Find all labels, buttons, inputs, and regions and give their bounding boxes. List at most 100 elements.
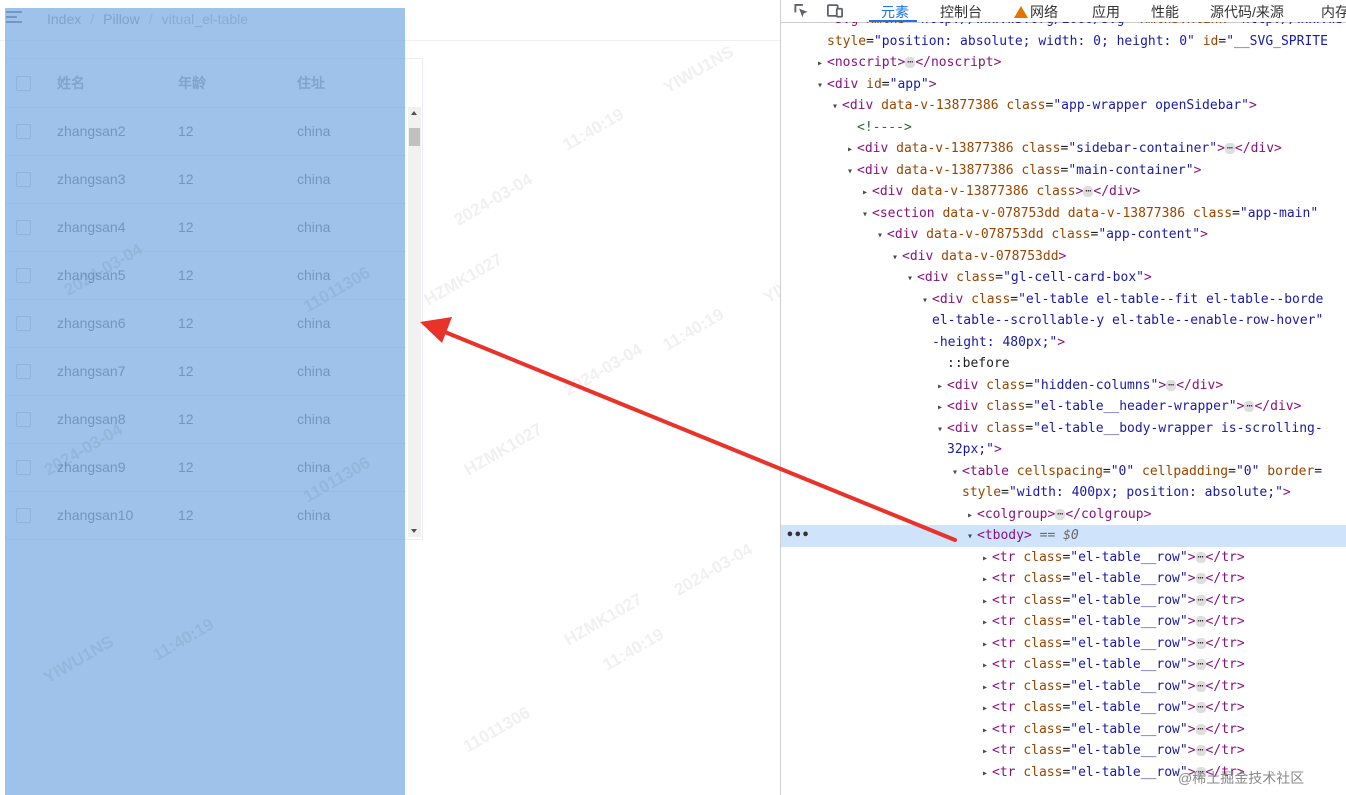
dom-node-line[interactable]: ▾ <div class="el-table el-table--fit el-t… [781,289,1346,311]
row-checkbox[interactable] [16,315,31,331]
tab-performance[interactable]: 性能 [1151,2,1179,22]
table-row[interactable]: zhangsan10 12 china [6,491,406,540]
dom-node-line[interactable]: ▾ <div data-v-078753dd class="app-content… [781,224,1346,246]
expanded-triangle-icon[interactable]: ▾ [937,419,947,441]
row-checkbox[interactable] [16,411,31,427]
breadcrumb-item-pillow[interactable]: Pillow [103,11,140,27]
tab-elements[interactable]: 元素 [881,2,909,22]
row-checkbox[interactable] [16,363,31,379]
dom-node-line[interactable]: ▾ <table cellspacing="0" cellpadding="0" … [781,461,1346,483]
inspect-element-icon[interactable] [793,3,809,18]
column-header-address[interactable]: 住址 [297,73,397,93]
dom-node-line[interactable]: ▸ <tr class="el-table__row"> ⋯ </tr> [781,547,1346,569]
dom-node-line[interactable]: style="width: 400px; position: absolute;… [781,482,1346,504]
table-row[interactable]: zhangsan3 12 china [6,155,406,204]
dom-node-line[interactable]: ▸<svg xmlns="http://www.w3.org/2000/svg"… [781,22,1346,31]
collapsed-triangle-icon[interactable]: ▸ [982,612,992,634]
table-row[interactable]: zhangsan7 12 china [6,347,406,396]
dom-node-line[interactable]: ▾ <div data-v-13877386 class="main-contai… [781,160,1346,182]
expanded-triangle-icon[interactable]: ▾ [817,75,827,97]
row-checkbox[interactable] [16,459,31,475]
dom-node-line[interactable]: <!----> [781,117,1346,139]
collapsed-content-ellipsis[interactable]: ⋯ [1195,702,1206,713]
collapsed-content-ellipsis[interactable]: ⋯ [1195,680,1206,692]
dom-node-line[interactable]: ▾ <div data-v-078753dd> [781,246,1346,268]
scroll-up-arrow-icon[interactable] [411,111,417,115]
dom-node-line[interactable]: -height: 480px;"> [781,332,1346,354]
dom-node-line[interactable]: ▸ <tr class="el-table__row"> ⋯ </tr> [781,676,1346,698]
collapsed-content-ellipsis[interactable]: ⋯ [1195,723,1206,735]
collapsed-triangle-icon[interactable]: ▸ [982,698,992,720]
expanded-triangle-icon[interactable]: ▾ [922,290,932,312]
collapsed-triangle-icon[interactable]: ▸ [937,376,947,398]
tab-console[interactable]: 控制台 [940,2,982,22]
table-row[interactable]: zhangsan4 12 china [6,203,406,252]
row-checkbox[interactable] [16,171,31,187]
collapsed-content-ellipsis[interactable]: ⋯ [1055,508,1066,520]
collapsed-triangle-icon[interactable]: ▸ [982,677,992,699]
expanded-triangle-icon[interactable]: ▾ [847,161,857,183]
table-row[interactable]: zhangsan9 12 china [6,443,406,492]
row-checkbox[interactable] [16,219,31,235]
scrollbar-thumb[interactable] [409,128,420,146]
row-checkbox[interactable] [16,123,31,139]
collapsed-content-ellipsis[interactable]: ⋯ [1195,659,1206,670]
tab-application[interactable]: 应用 [1092,2,1120,22]
collapsed-triangle-icon[interactable]: ▸ [862,182,872,204]
collapsed-content-ellipsis[interactable]: ⋯ [905,57,916,68]
table-row[interactable]: zhangsan8 12 china [6,395,406,444]
row-checkbox[interactable] [16,507,31,523]
collapsed-triangle-icon[interactable]: ▸ [937,397,947,419]
collapsed-triangle-icon[interactable]: ▸ [982,720,992,742]
dom-node-line[interactable]: ::before [781,353,1346,375]
dom-node-selected[interactable]: ▾ <tbody> == $0 ••• [781,525,1346,547]
dom-node-line[interactable]: ▸ <tr class="el-table__row"> ⋯ </tr> [781,719,1346,741]
tab-memory[interactable]: 内存 [1321,2,1346,22]
collapsed-triangle-icon[interactable]: ▸ [982,548,992,570]
breadcrumb-item-index[interactable]: Index [47,11,81,27]
more-actions-dots-icon[interactable]: ••• [786,525,809,547]
expanded-triangle-icon[interactable]: ▾ [862,204,872,226]
dom-node-line[interactable]: ▾ <section data-v-078753dd data-v-1387738… [781,203,1346,225]
dom-node-line[interactable]: ▸ <tr class="el-table__row"> ⋯ </tr> [781,590,1346,612]
device-toggle-icon[interactable] [827,3,843,18]
table-scrollbar[interactable] [408,107,421,537]
collapsed-content-ellipsis[interactable]: ⋯ [1083,186,1094,197]
dom-node-line[interactable]: style="position: absolute; width: 0; hei… [781,31,1346,53]
collapsed-content-ellipsis[interactable]: ⋯ [1195,637,1206,649]
collapsed-triangle-icon[interactable]: ▸ [982,741,992,763]
column-header-name[interactable]: 姓名 [57,73,178,93]
collapsed-triangle-icon[interactable]: ▸ [982,634,992,656]
collapsed-triangle-icon[interactable]: ▸ [982,569,992,591]
dom-node-line[interactable]: ▸ <tr class="el-table__row"> ⋯ </tr> [781,697,1346,719]
collapsed-content-ellipsis[interactable]: ⋯ [1166,379,1177,391]
dom-node-line[interactable]: ▾ <div id="app"> [781,74,1346,96]
column-header-age[interactable]: 年龄 [178,73,297,93]
dom-node-line[interactable]: el-table--scrollable-y el-table--enable-… [781,310,1346,332]
dom-node-line[interactable]: ▾ <div class="gl-cell-card-box"> [781,267,1346,289]
expanded-triangle-icon[interactable]: ▾ [952,462,962,484]
expanded-triangle-icon[interactable]: ▾ [907,268,917,290]
collapsed-content-ellipsis[interactable]: ⋯ [1195,745,1206,756]
dom-node-line[interactable]: ▾ <div class="el-table__body-wrapper is-s… [781,418,1346,440]
dom-node-line[interactable]: ▸ <tr class="el-table__row"> ⋯ </tr> [781,633,1346,655]
collapsed-content-ellipsis[interactable]: ⋯ [1195,616,1206,627]
collapsed-triangle-icon[interactable]: ▸ [967,505,977,527]
collapsed-triangle-icon[interactable]: ▸ [982,591,992,613]
dom-node-line[interactable]: ▸ <colgroup> ⋯ </colgroup> [781,504,1346,526]
row-checkbox[interactable] [16,267,31,283]
dom-node-line[interactable]: ▸ <div data-v-13877386 class="sidebar-con… [781,138,1346,160]
dom-node-line[interactable]: 32px;"> [781,439,1346,461]
dom-node-line[interactable]: ▸ <tr class="el-table__row"> ⋯ </tr> [781,740,1346,762]
dom-node-line[interactable]: ▸ <div class="el-table__header-wrapper"> ⋯… [781,396,1346,418]
table-row[interactable]: zhangsan6 12 china [6,299,406,348]
expanded-triangle-icon[interactable]: ▾ [892,247,902,269]
collapsed-triangle-icon[interactable]: ▸ [847,139,857,161]
dom-node-line[interactable]: ▸ <tr class="el-table__row"> ⋯ </tr> [781,654,1346,676]
dom-node-line[interactable]: ▸ <div data-v-13877386 class> ⋯ </div> [781,181,1346,203]
dom-node-line[interactable]: ▾ <div data-v-13877386 class="app-wrapper… [781,95,1346,117]
hamburger-icon[interactable] [6,11,22,25]
expanded-triangle-icon[interactable]: ▾ [967,526,977,548]
collapsed-triangle-icon[interactable]: ▸ [982,763,992,785]
collapsed-content-ellipsis[interactable]: ⋯ [1195,573,1206,584]
